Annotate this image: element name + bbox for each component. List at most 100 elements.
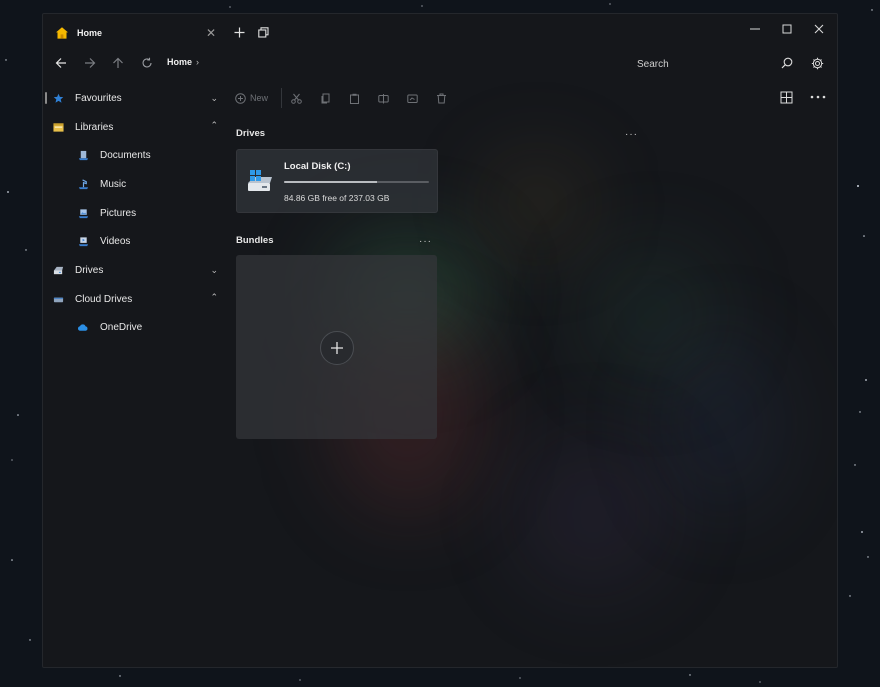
sidebar-item-documents[interactable]: Documents (43, 141, 228, 170)
files-app-window: Home ✕ Home › Search Favourites ⌄ Librar… (42, 13, 838, 668)
sidebar-item-onedrive[interactable]: OneDrive (43, 314, 228, 343)
refresh-button[interactable] (139, 55, 155, 71)
gear-icon (811, 57, 823, 69)
new-button-label: New (250, 93, 269, 103)
onedrive-icon (77, 324, 88, 332)
duplicate-tab-button[interactable] (255, 24, 271, 40)
sidebar-item-favourites[interactable]: Favourites ⌄ (43, 84, 228, 113)
sidebar-item-cloud-drives[interactable]: Cloud Drives ⌃ (43, 285, 228, 314)
sidebar-item-label: Music (100, 178, 127, 190)
new-button[interactable]: New (235, 90, 268, 106)
plus-circle-icon (235, 92, 246, 104)
duplicate-icon (257, 26, 269, 38)
chevron-down-icon[interactable]: ⌄ (210, 93, 218, 104)
rename-icon (378, 93, 389, 103)
share-icon (407, 94, 418, 103)
music-icon (78, 179, 89, 189)
copy-icon (321, 93, 330, 103)
minimize-button[interactable] (739, 18, 771, 40)
close-tab-icon[interactable]: ✕ (203, 26, 219, 40)
breadcrumb-item-home[interactable]: Home (167, 57, 192, 67)
documents-icon (78, 151, 89, 161)
search-input[interactable] (583, 55, 837, 73)
more-options-button[interactable] (807, 88, 829, 106)
title-bar: Home ✕ (43, 14, 837, 50)
scissors-icon (291, 93, 302, 104)
sidebar-item-libraries[interactable]: Libraries ⌃ (43, 113, 228, 142)
sidebar: Favourites ⌄ Libraries ⌃ Documents Music… (43, 84, 228, 342)
arrow-up-icon (113, 57, 123, 68)
videos-icon (78, 237, 89, 247)
plus-icon (234, 27, 244, 37)
sidebar-item-drives[interactable]: Drives ⌄ (43, 256, 228, 285)
sidebar-item-pictures[interactable]: Pictures (43, 199, 228, 228)
bundles-card (236, 255, 437, 439)
bundles-more-icon[interactable]: ··· (419, 236, 432, 247)
windows-drive-icon (248, 170, 272, 191)
sidebar-item-music[interactable]: Music (43, 170, 228, 199)
paste-icon (350, 93, 359, 104)
sidebar-item-videos[interactable]: Videos (43, 227, 228, 256)
chevron-up-icon[interactable]: ⌃ (210, 292, 218, 303)
maximize-button[interactable] (771, 18, 803, 40)
plus-icon (331, 342, 343, 354)
drive-name: Local Disk (C:) (284, 161, 351, 172)
new-tab-button[interactable] (231, 24, 247, 40)
paste-button[interactable] (349, 90, 360, 106)
close-window-button[interactable] (803, 18, 835, 40)
drives-more-icon[interactable]: ··· (625, 129, 638, 140)
sidebar-item-label: Favourites (75, 92, 122, 104)
close-icon (814, 24, 824, 34)
cloud-drives-icon (53, 297, 64, 302)
sidebar-item-label: Libraries (75, 121, 114, 133)
sidebar-item-label: Drives (75, 264, 104, 276)
maximize-icon (782, 24, 792, 34)
sidebar-item-label: OneDrive (100, 322, 143, 334)
toolbar-divider (281, 88, 282, 108)
grid-layout-icon (780, 91, 792, 103)
drive-usage-fill (284, 181, 378, 183)
command-bar: New (235, 88, 795, 108)
navigation-bar: Home › (43, 50, 837, 76)
up-button[interactable] (110, 55, 126, 71)
ellipsis-icon (810, 95, 826, 99)
drive-free-space: 84.86 GB free of 237.03 GB (284, 193, 390, 203)
breadcrumb[interactable]: Home › (167, 57, 199, 67)
chevron-up-icon[interactable]: ⌃ (210, 120, 218, 131)
sidebar-item-label: Cloud Drives (75, 293, 133, 305)
drive-usage-bar (284, 181, 429, 183)
sidebar-item-label: Videos (100, 236, 131, 248)
chevron-down-icon[interactable]: ⌄ (210, 265, 218, 276)
refresh-icon (142, 57, 152, 68)
search-icon (781, 57, 793, 69)
drives-section-title: Drives (236, 128, 266, 139)
pictures-icon (78, 208, 89, 218)
add-bundle-button[interactable] (320, 331, 354, 365)
drive-icon (53, 266, 64, 275)
chevron-right-icon: › (196, 57, 200, 67)
selection-indicator (45, 92, 47, 104)
libraries-icon (53, 122, 64, 132)
bundles-section-title: Bundles (236, 235, 274, 246)
minimize-icon (750, 28, 760, 30)
sidebar-item-label: Documents (100, 150, 151, 162)
rename-button[interactable] (378, 90, 389, 106)
trash-icon (437, 93, 446, 103)
drive-card-local-disk[interactable]: Local Disk (C:) 84.86 GB free of 237.03 … (236, 149, 438, 213)
arrow-right-icon (85, 58, 96, 68)
back-button[interactable] (53, 55, 69, 71)
share-button[interactable] (407, 90, 418, 106)
sidebar-item-label: Pictures (100, 207, 137, 219)
copy-button[interactable] (320, 90, 331, 106)
home-icon (56, 27, 68, 39)
tab-title: Home (77, 28, 103, 38)
layout-mode-button[interactable] (777, 88, 795, 106)
tab-home[interactable]: Home ✕ (51, 20, 219, 46)
delete-button[interactable] (436, 90, 447, 106)
star-icon (53, 93, 64, 103)
cut-button[interactable] (291, 90, 302, 106)
settings-button[interactable] (808, 54, 826, 72)
search-icon-button[interactable] (778, 54, 796, 72)
forward-button[interactable] (82, 55, 98, 71)
arrow-left-icon (55, 58, 66, 68)
